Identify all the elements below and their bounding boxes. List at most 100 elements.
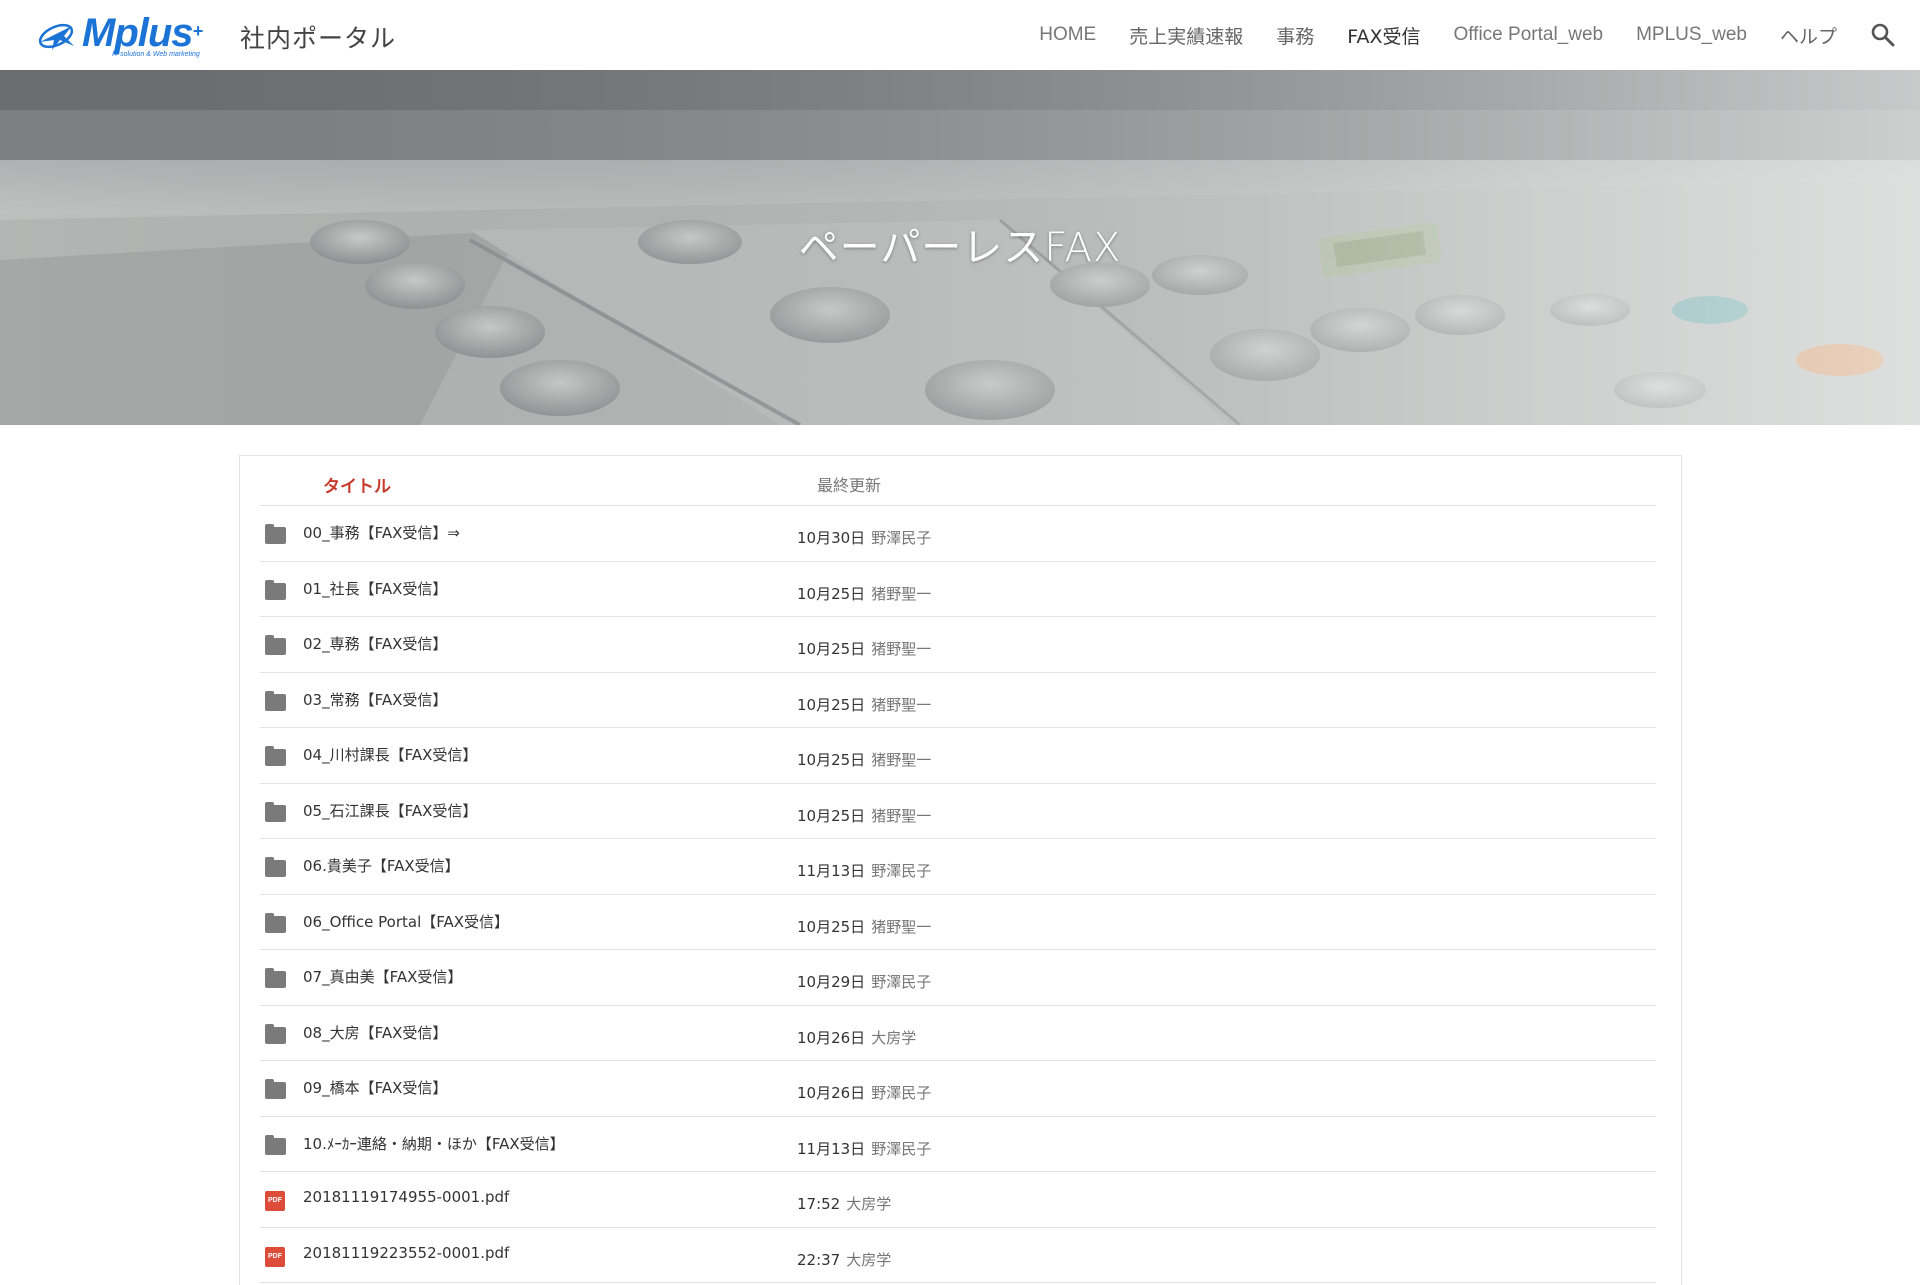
table-row[interactable]: 08_大房【FAX受信】 10月26日 大房学: [260, 1006, 1656, 1061]
updated-by: 猪野聖一: [871, 806, 932, 825]
updated-by: 猪野聖一: [871, 751, 932, 769]
site-title[interactable]: 社内ポータル: [240, 19, 396, 55]
folder-icon: [265, 1134, 286, 1155]
folder-icon: [265, 1023, 286, 1044]
file-name-link[interactable]: 02_専務【FAX受信】: [303, 633, 447, 654]
last-updated: 10月25日 猪野聖一: [797, 638, 931, 659]
table-row[interactable]: 02_専務【FAX受信】 10月25日 猪野聖一: [260, 617, 1656, 673]
updated-by: 猪野聖一: [871, 584, 932, 603]
updated-by: 猪野聖一: [871, 640, 932, 658]
nav-item-sales-report[interactable]: 売上実績速報: [1129, 22, 1243, 49]
main-nav: HOME 売上実績速報 事務 FAX受信 Office Portal_web M…: [1039, 0, 1920, 70]
file-name-link[interactable]: 03_常務【FAX受信】: [303, 689, 447, 710]
updated-by: 大房学: [846, 1195, 892, 1213]
nav-item-home[interactable]: HOME: [1039, 24, 1096, 46]
nav-item-office-admin[interactable]: 事務: [1276, 22, 1314, 49]
updated-date: 10月26日: [797, 1084, 866, 1102]
last-updated: 10月26日 野澤民子: [797, 1082, 931, 1103]
column-header-last-updated[interactable]: 最終更新: [817, 472, 881, 496]
updated-date: 10月30日: [797, 529, 866, 547]
table-row[interactable]: 04_川村課長【FAX受信】 10月25日 猪野聖一: [260, 728, 1656, 784]
last-updated: 10月25日 猪野聖一: [797, 805, 931, 826]
folder-icon: [265, 524, 286, 544]
logo-wordmark: Mplus+: [82, 10, 203, 55]
file-name-link[interactable]: 00_事務【FAX受信】⇒: [303, 522, 460, 543]
table-row[interactable]: PDF 20181119174955-0001.pdf 17:52 大房学: [260, 1172, 1656, 1228]
updated-date: 10月25日: [797, 695, 866, 714]
last-updated: 22:37 大房学: [797, 1249, 891, 1270]
updated-date: 10月29日: [797, 973, 866, 991]
table-row[interactable]: 05_石江課長【FAX受信】 10月25日 猪野聖一: [260, 784, 1656, 839]
file-name-link[interactable]: 20181119174955-0001.pdf: [303, 1188, 509, 1206]
nav-item-office-portal-web[interactable]: Office Portal_web: [1453, 24, 1603, 46]
pdf-icon: PDF: [265, 1191, 285, 1211]
updated-date: 10月25日: [797, 584, 866, 603]
file-name-link[interactable]: 20181119223552-0001.pdf: [303, 1244, 509, 1262]
updated-by: 猪野聖一: [871, 695, 932, 714]
file-table: タイトル 最終更新 00_事務【FAX受信】⇒ 10月30日 野澤民子 01_社長【F…: [239, 455, 1682, 1285]
updated-by: 野澤民子: [871, 973, 932, 991]
nav-item-help[interactable]: ヘルプ: [1780, 22, 1837, 49]
file-name-link[interactable]: 06_Office Portal【FAX受信】: [303, 911, 509, 932]
updated-date: 17:52: [797, 1195, 841, 1213]
folder-icon: [265, 968, 286, 988]
last-updated: 10月25日 猪野聖一: [797, 583, 931, 604]
last-updated: 10月25日 猪野聖一: [797, 916, 931, 937]
nav-item-mplus-web[interactable]: MPLUS_web: [1636, 24, 1747, 46]
file-name-link[interactable]: 06.貴美子【FAX受信】: [303, 855, 460, 876]
updated-by: 大房学: [846, 1250, 892, 1269]
file-name-link[interactable]: 09_橋本【FAX受信】: [303, 1077, 447, 1098]
updated-date: 10月25日: [797, 640, 866, 658]
column-header-title[interactable]: タイトル: [323, 472, 391, 497]
page-title: ペーパーレスFAX: [798, 225, 1122, 271]
table-row[interactable]: 06.貴美子【FAX受信】 11月13日 野澤民子: [260, 839, 1656, 895]
file-name-link[interactable]: 05_石江課長【FAX受信】: [303, 800, 477, 821]
file-name-link[interactable]: 08_大房【FAX受信】: [303, 1022, 447, 1043]
folder-icon: [265, 857, 286, 877]
updated-date: 10月25日: [797, 751, 866, 769]
updated-date: 10月25日: [797, 917, 866, 936]
table-row[interactable]: PDF 20181119223552-0001.pdf 22:37 大房学: [260, 1228, 1656, 1283]
file-list: 00_事務【FAX受信】⇒ 10月30日 野澤民子 01_社長【FAX受信】 10月25…: [260, 506, 1656, 1283]
last-updated: 17:52 大房学: [797, 1193, 891, 1214]
file-name-link[interactable]: 01_社長【FAX受信】: [303, 578, 447, 599]
table-header: タイトル 最終更新: [260, 456, 1656, 506]
updated-by: 野澤民子: [871, 1084, 932, 1102]
updated-date: 10月26日: [797, 1028, 866, 1047]
file-name-link[interactable]: 10.ﾒｰｶｰ連絡・納期・ほか【FAX受信】: [303, 1133, 565, 1154]
search-icon[interactable]: [1870, 22, 1896, 48]
logo-plane-icon: [34, 12, 80, 58]
table-row[interactable]: 09_橋本【FAX受信】 10月26日 野澤民子: [260, 1061, 1656, 1117]
table-row[interactable]: 01_社長【FAX受信】 10月25日 猪野聖一: [260, 562, 1656, 617]
table-row[interactable]: 03_常務【FAX受信】 10月25日 猪野聖一: [260, 673, 1656, 728]
updated-by: 大房学: [871, 1028, 917, 1047]
last-updated: 11月13日 野澤民子: [797, 860, 931, 881]
mplus-logo[interactable]: Mplus+ IT solution & Web marketing: [34, 10, 218, 60]
site-header: Mplus+ IT solution & Web marketing 社内ポータ…: [0, 0, 1920, 70]
last-updated: 10月29日 野澤民子: [797, 971, 931, 992]
pdf-icon: PDF: [265, 1246, 285, 1267]
folder-icon: [265, 801, 286, 822]
table-row[interactable]: 10.ﾒｰｶｰ連絡・納期・ほか【FAX受信】 11月13日 野澤民子: [260, 1117, 1656, 1172]
folder-icon: [265, 912, 286, 933]
file-name-link[interactable]: 07_真由美【FAX受信】: [303, 966, 462, 987]
updated-by: 野澤民子: [871, 529, 932, 547]
table-row[interactable]: 07_真由美【FAX受信】 10月29日 野澤民子: [260, 950, 1656, 1006]
updated-by: 野澤民子: [871, 1139, 932, 1158]
logo-tagline: IT solution & Web marketing: [112, 50, 200, 58]
table-row[interactable]: 06_Office Portal【FAX受信】 10月25日 猪野聖一: [260, 895, 1656, 950]
file-name-link[interactable]: 04_川村課長【FAX受信】: [303, 744, 477, 765]
folder-icon: [265, 635, 286, 655]
nav-item-fax-received[interactable]: FAX受信: [1347, 22, 1420, 49]
updated-by: 猪野聖一: [871, 917, 932, 936]
folder-icon: [265, 746, 286, 766]
updated-date: 10月25日: [797, 806, 866, 825]
folder-icon: [265, 690, 286, 711]
updated-date: 11月13日: [797, 862, 866, 880]
updated-date: 11月13日: [797, 1139, 866, 1158]
updated-by: 野澤民子: [871, 862, 932, 880]
updated-date: 22:37: [797, 1250, 841, 1269]
hero-banner: ペーパーレスFAX: [0, 70, 1920, 425]
folder-icon: [265, 579, 286, 600]
table-row[interactable]: 00_事務【FAX受信】⇒ 10月30日 野澤民子: [260, 506, 1656, 562]
